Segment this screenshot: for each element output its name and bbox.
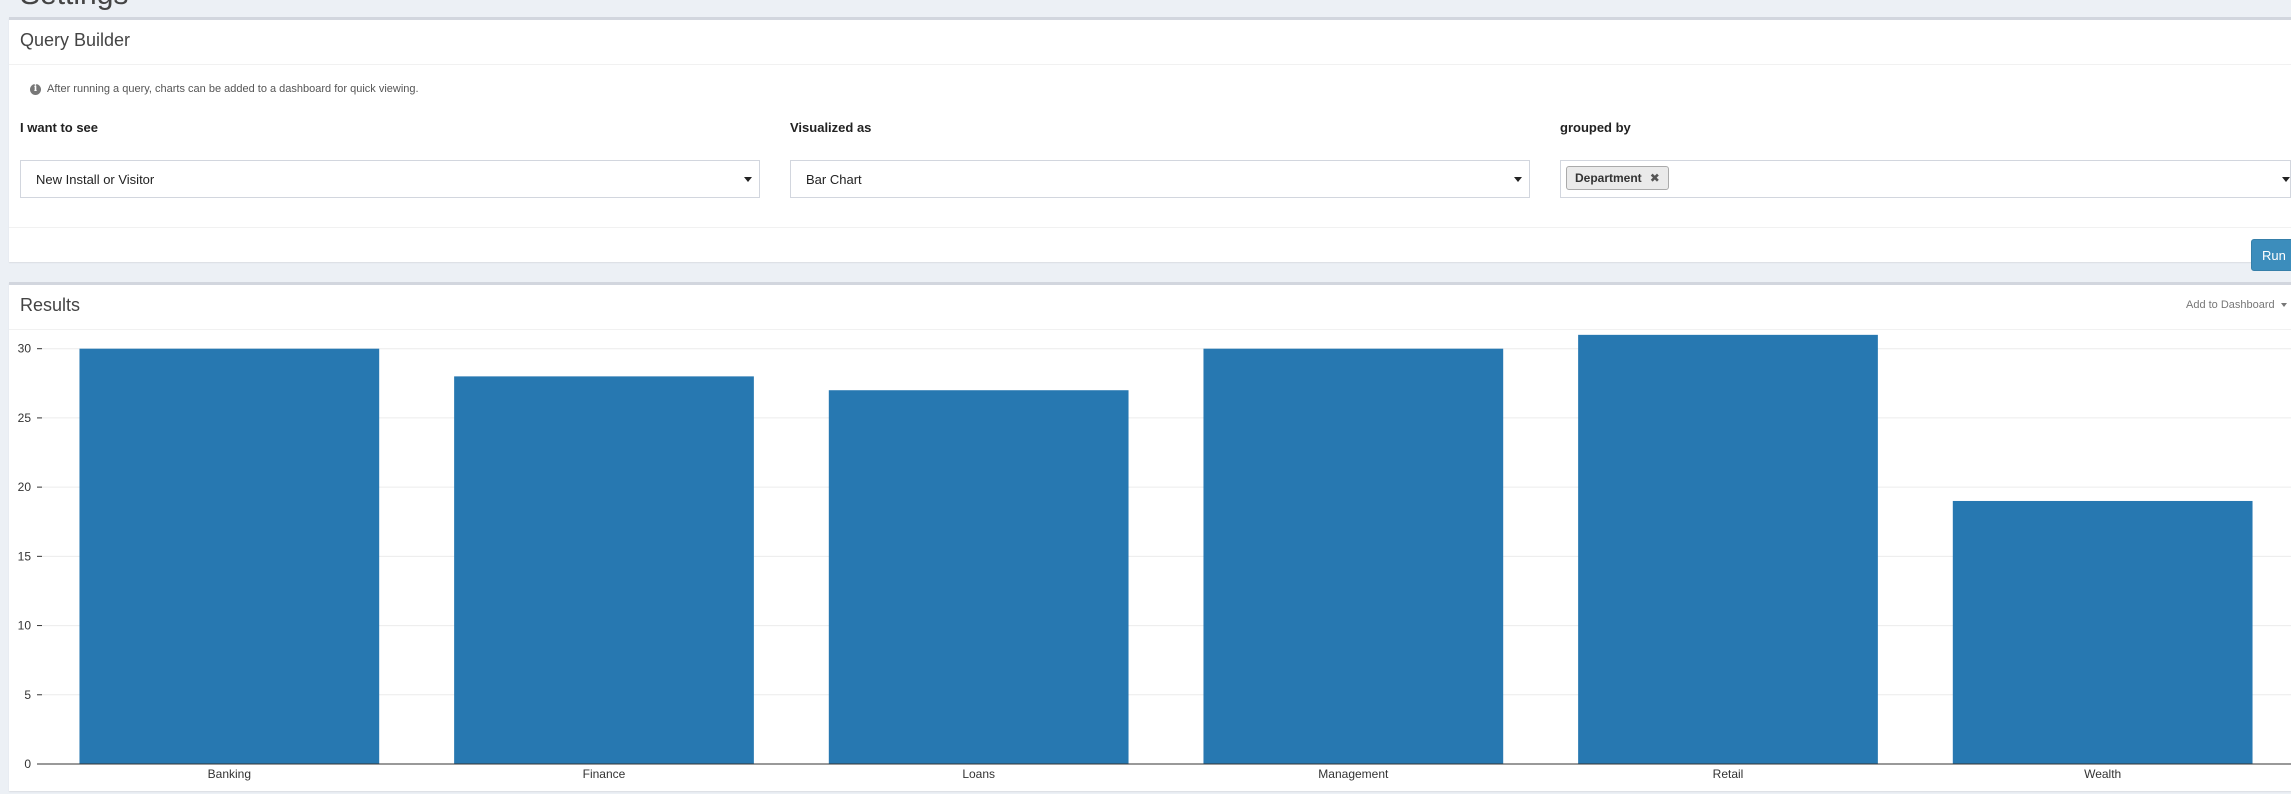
visualization-select[interactable]: Bar Chart xyxy=(790,160,1530,198)
results-panel: Results Add to Dashboard 0 5 10 15 20 25 30 Ba… xyxy=(9,282,2291,791)
y-tick-label: 0 xyxy=(24,757,31,771)
x-tick-label: Management xyxy=(1318,767,1389,781)
x-tick-label: Finance xyxy=(583,767,626,781)
x-tick-label: Retail xyxy=(1713,767,1744,781)
y-tick-label: 25 xyxy=(18,411,32,425)
x-tick-label: Wealth xyxy=(2084,767,2121,781)
bar-banking[interactable] xyxy=(79,348,380,764)
group-by-select[interactable]: Department ✖ xyxy=(1560,160,2291,198)
x-axis-ticks: Banking Finance Loans Management Retail Wealt… xyxy=(208,767,2122,781)
group-by-tag: Department ✖ xyxy=(1566,166,1669,190)
group-by-label: grouped by xyxy=(1560,120,1631,135)
divider xyxy=(9,227,2291,228)
results-bar-chart: 0 5 10 15 20 25 30 Banking Finance Loans Manageme… xyxy=(18,334,2291,781)
info-note: i After running a query, charts can be a… xyxy=(30,83,419,95)
metric-label: I want to see xyxy=(20,120,99,135)
visualization-select-value: Bar Chart xyxy=(806,172,862,187)
chart-bars xyxy=(79,334,2253,764)
y-tick-label: 20 xyxy=(18,480,32,494)
metric-select-value: New Install or Visitor xyxy=(36,172,155,187)
remove-tag-icon[interactable]: ✖ xyxy=(1650,171,1660,185)
chevron-down-icon xyxy=(1514,177,1522,182)
query-builder-header: Query Builder xyxy=(9,20,2291,65)
x-tick-label: Banking xyxy=(208,767,251,781)
y-tick-label: 15 xyxy=(18,549,32,563)
page-title-cut-off: Settings xyxy=(20,0,128,12)
group-by-tag-label: Department xyxy=(1575,171,1642,185)
query-builder-panel: Query Builder i After running a query, c… xyxy=(9,17,2291,271)
bar-loans[interactable] xyxy=(828,390,1129,764)
y-tick-label: 30 xyxy=(18,342,32,356)
bar-wealth[interactable] xyxy=(1952,500,2253,764)
visualization-label: Visualized as xyxy=(790,120,872,135)
y-tick-label: 5 xyxy=(24,688,31,702)
page-header-strip: Settings xyxy=(0,0,2291,17)
run-button[interactable]: Run xyxy=(2251,239,2291,271)
y-axis-ticks: 0 5 10 15 20 25 30 xyxy=(18,342,42,771)
bar-management[interactable] xyxy=(1203,348,1504,764)
bar-retail[interactable] xyxy=(1578,334,1878,764)
query-builder-title: Query Builder xyxy=(20,30,131,50)
chevron-down-icon xyxy=(2282,177,2290,182)
x-tick-label: Loans xyxy=(962,767,995,781)
bar-finance[interactable] xyxy=(454,376,754,764)
chevron-down-icon xyxy=(744,177,752,182)
info-text: After running a query, charts can be add… xyxy=(47,83,419,95)
y-tick-label: 10 xyxy=(18,619,32,633)
info-icon: i xyxy=(30,83,41,95)
metric-select[interactable]: New Install or Visitor xyxy=(20,160,760,198)
